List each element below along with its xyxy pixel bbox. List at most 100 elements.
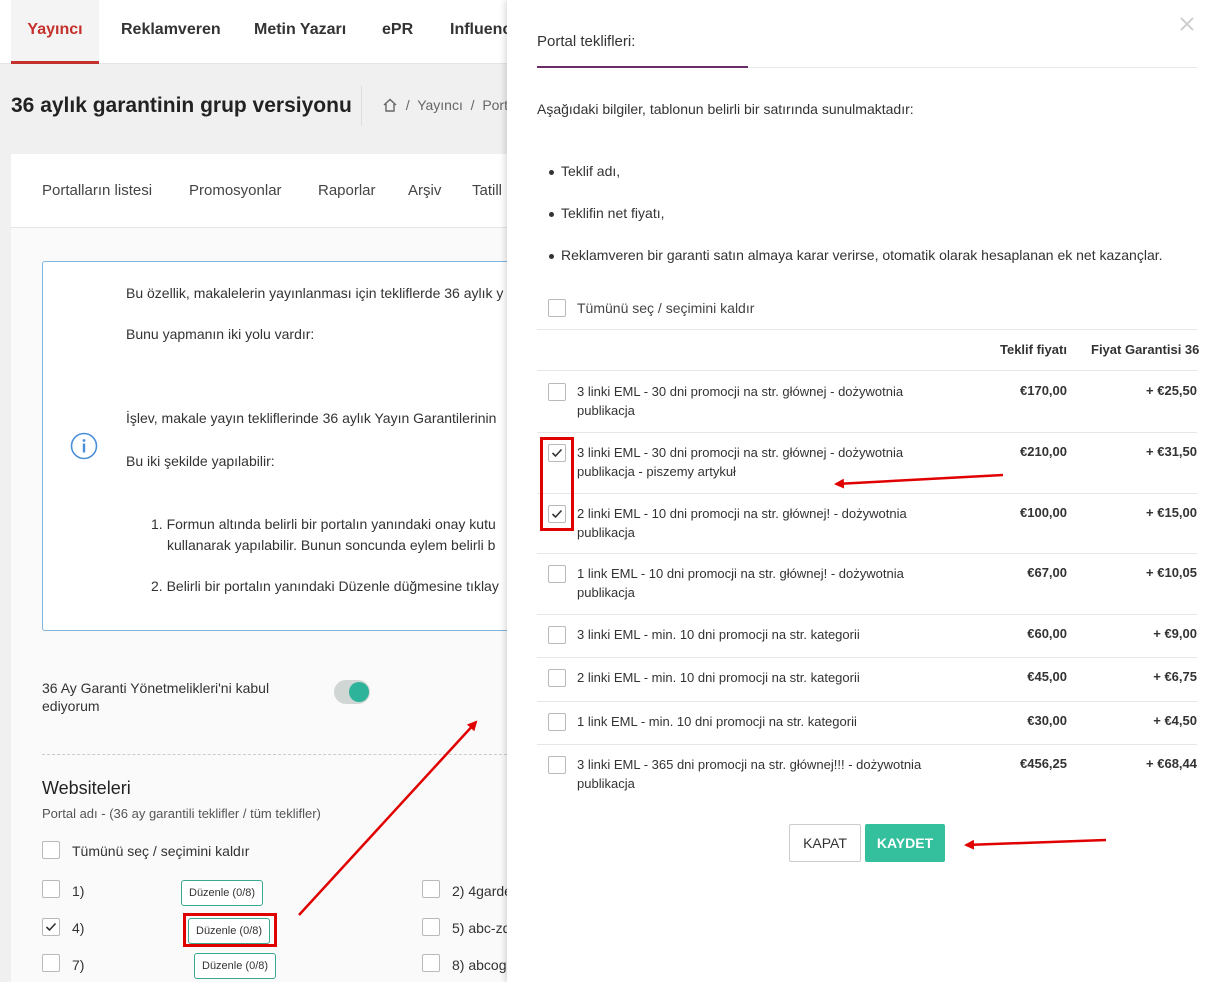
offer-price: €60,00 <box>1027 626 1067 641</box>
home-icon[interactable] <box>382 97 398 113</box>
title-divider <box>361 86 362 126</box>
tab-reports[interactable]: Raporlar <box>318 182 376 199</box>
offer-name: 3 linki EML - 30 dni promocji na str. gł… <box>577 445 904 479</box>
nav-tab-publisher[interactable]: Yayıncı <box>11 0 99 64</box>
offer-guarantee: + €6,75 <box>1153 669 1197 684</box>
breadcrumb-item-portal[interactable]: Port <box>482 97 508 113</box>
offer-name: 1 link EML - min. 10 dni promocji na str… <box>577 714 857 729</box>
info-text-3: İşlev, makale yayın tekliflerinde 36 ayl… <box>126 410 497 426</box>
website-label-4: 4) <box>72 920 85 936</box>
offer-name: 3 linki EML - 30 dni promocji na str. gł… <box>577 384 904 418</box>
modal-title: Portal teklifleri: <box>537 33 636 50</box>
toggle-knob <box>349 682 369 702</box>
bullet-item-2: Teklifin net fiyatı, <box>549 205 665 221</box>
row-divider <box>537 614 1197 615</box>
offer-price: €30,00 <box>1027 713 1067 728</box>
page-title: 36 aylık garantinin grup versiyonu <box>11 94 352 117</box>
offer-price: €170,00 <box>1020 383 1067 398</box>
website-checkbox-7[interactable] <box>42 954 60 972</box>
close-icon[interactable] <box>1179 16 1197 34</box>
annotation-highlight-checkboxes <box>540 437 574 531</box>
website-label-1: 1) <box>72 883 85 899</box>
bullet-item-3: Reklamveren bir garanti satın almaya kar… <box>549 247 1163 263</box>
offer-checkbox[interactable] <box>548 713 566 731</box>
save-button[interactable]: KAYDET <box>865 824 945 862</box>
offer-checkbox[interactable] <box>548 669 566 687</box>
websites-subtitle: Portal adı - (36 ay garantili teklifler … <box>42 806 321 821</box>
offer-name: 1 link EML - 10 dni promocji na str. głó… <box>577 566 904 600</box>
tab-archive[interactable]: Arşiv <box>408 182 441 199</box>
offer-checkbox[interactable] <box>548 626 566 644</box>
breadcrumb-item-publisher[interactable]: Yayıncı <box>417 97 463 113</box>
offer-name: 3 linki EML - 365 dni promocji na str. g… <box>577 757 922 791</box>
website-checkbox-1[interactable] <box>42 880 60 898</box>
checkmark-icon <box>45 922 57 932</box>
offer-price: €100,00 <box>1020 505 1067 520</box>
offer-guarantee: + €15,00 <box>1146 505 1197 520</box>
tab-portal-list[interactable]: Portalların listesi <box>42 182 152 199</box>
row-divider <box>537 432 1197 433</box>
websites-select-all-label: Tümünü seç / seçimini kaldır <box>72 843 250 859</box>
nav-tab-epr[interactable]: ePR <box>382 0 413 64</box>
modal-intro: Aşağıdaki bilgiler, tablonun belirli bir… <box>537 101 914 117</box>
info-text-2: Bunu yapmanın iki yolu vardır: <box>126 326 315 342</box>
sub-tabs: Portalların listesi Promosyonlar Raporla… <box>11 154 511 228</box>
info-text-1: Bu özellik, makalelerin yayınlanması içi… <box>126 285 504 301</box>
tab-promotions[interactable]: Promosyonlar <box>189 182 282 199</box>
offer-name: 3 linki EML - min. 10 dni promocji na st… <box>577 627 860 642</box>
terms-toggle[interactable] <box>334 680 370 704</box>
close-button[interactable]: KAPAT <box>789 824 861 862</box>
portal-offers-panel: Portal teklifleri: Aşağıdaki bilgiler, t… <box>507 0 1228 982</box>
row-divider <box>537 744 1197 745</box>
offer-checkbox[interactable] <box>548 756 566 774</box>
website-label-5: 5) abc-zd <box>452 920 511 936</box>
row-divider <box>537 493 1197 494</box>
offer-price: €45,00 <box>1027 669 1067 684</box>
info-text-4: Bu iki şekilde yapılabilir: <box>126 453 275 469</box>
website-checkbox-4[interactable] <box>42 918 60 936</box>
tab-holidays[interactable]: Tatill <box>472 182 502 199</box>
offer-price: €210,00 <box>1020 444 1067 459</box>
info-icon <box>70 432 98 465</box>
website-label-7: 7) <box>72 957 85 973</box>
websites-title: Websiteleri <box>42 778 131 798</box>
website-checkbox-5[interactable] <box>422 918 440 936</box>
row-divider <box>537 657 1197 658</box>
annotation-highlight-edit <box>183 913 277 947</box>
offer-checkbox[interactable] <box>548 383 566 401</box>
terms-label: 36 Ay Garanti Yönetmelikleri'ni kabul ed… <box>42 680 270 714</box>
column-header-price: Teklif fiyatı <box>1000 342 1067 357</box>
offer-guarantee: + €25,50 <box>1146 383 1197 398</box>
edit-button-1[interactable]: Düzenle (0/8) <box>181 880 264 906</box>
breadcrumb: / Yayıncı / Port <box>382 97 508 113</box>
website-checkbox-8[interactable] <box>422 954 440 972</box>
edit-button-7[interactable]: Düzenle (0/8) <box>194 953 277 979</box>
offer-checkbox[interactable] <box>548 565 566 583</box>
column-header-guarantee: Fiyat Garantisi 36 <box>1091 342 1200 357</box>
offers-select-all-checkbox[interactable] <box>548 299 566 317</box>
offer-guarantee: + €68,44 <box>1146 756 1197 771</box>
website-checkbox-2[interactable] <box>422 880 440 898</box>
offer-price: €456,25 <box>1020 756 1067 771</box>
info-text-6: kullanarak yapılabilir. Bunun soncunda e… <box>167 537 496 553</box>
divider <box>42 754 512 755</box>
offer-name: 2 linki EML - 10 dni promocji na str. gł… <box>577 506 907 540</box>
content-card: Portalların listesi Promosyonlar Raporla… <box>11 154 522 982</box>
websites-select-all-checkbox[interactable] <box>42 841 60 859</box>
nav-tab-advertiser[interactable]: Reklamveren <box>121 0 221 64</box>
info-text-7: 2. Belirli bir portalın yanındaki Düzenl… <box>151 578 499 594</box>
offers-select-all-label: Tümünü seç / seçimini kaldır <box>577 300 755 316</box>
offer-guarantee: + €9,00 <box>1153 626 1197 641</box>
offer-name: 2 linki EML - min. 10 dni promocji na st… <box>577 670 860 685</box>
table-header-border <box>537 370 1197 371</box>
bullet-item-1: Teklif adı, <box>548 163 621 179</box>
modal-title-active-line <box>537 66 748 68</box>
table-top-border <box>537 329 1197 330</box>
offer-price: €67,00 <box>1027 565 1067 580</box>
row-divider <box>537 553 1197 554</box>
info-text-5: 1. Formun altında belirli bir portalın y… <box>151 516 496 532</box>
offer-guarantee: + €10,05 <box>1146 565 1197 580</box>
website-label-2: 2) 4garde <box>452 883 512 899</box>
nav-tab-copywriter[interactable]: Metin Yazarı <box>254 0 346 64</box>
website-label-8: 8) abcog <box>452 957 507 973</box>
